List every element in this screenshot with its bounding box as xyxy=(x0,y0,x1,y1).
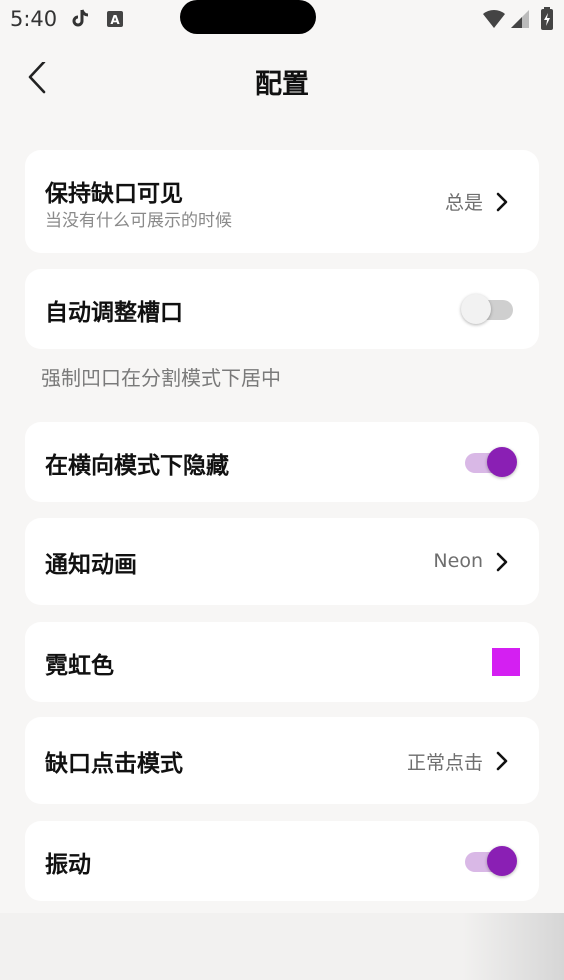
keep-notch-visible-value: 总是 xyxy=(444,192,483,214)
vibration-label: 振动 xyxy=(45,852,91,878)
auto-adjust-slot-label: 自动调整槽口 xyxy=(45,300,183,326)
neon-color-label: 霓虹色 xyxy=(45,653,114,679)
chevron-right-icon xyxy=(496,552,508,572)
toggle-thumb xyxy=(461,294,491,324)
neon-color-swatch[interactable] xyxy=(492,648,520,676)
notch-click-mode-row[interactable]: 缺口点击模式 正常点击 xyxy=(25,717,539,804)
chevron-right-icon xyxy=(496,192,508,212)
keep-notch-visible-label: 保持缺口可见 xyxy=(45,181,183,207)
svg-text:A: A xyxy=(110,13,120,27)
camera-cutout xyxy=(180,0,316,34)
auto-adjust-slot-toggle[interactable] xyxy=(461,291,517,327)
notification-animation-value: Neon xyxy=(433,550,483,572)
hide-landscape-label: 在横向模式下隐藏 xyxy=(45,453,229,479)
keep-notch-visible-row[interactable]: 保持缺口可见 当没有什么可展示的时候 总是 xyxy=(25,150,539,253)
hide-landscape-row: 在横向模式下隐藏 xyxy=(25,422,539,502)
notch-click-mode-label: 缺口点击模式 xyxy=(45,751,183,777)
notch-click-mode-value: 正常点击 xyxy=(406,752,483,774)
app-header: 配置 xyxy=(0,52,564,110)
notification-animation-label: 通知动画 xyxy=(45,552,137,578)
wifi-icon xyxy=(482,9,506,29)
status-bar: 5:40 A xyxy=(0,0,564,40)
a-box-icon: A xyxy=(106,10,124,28)
neon-color-row[interactable]: 霓虹色 xyxy=(25,622,539,702)
tiktok-icon xyxy=(70,8,92,30)
notification-animation-row[interactable]: 通知动画 Neon xyxy=(25,518,539,605)
keep-notch-visible-sublabel: 当没有什么可展示的时候 xyxy=(45,211,232,231)
page-title: 配置 xyxy=(255,69,309,100)
bottom-area xyxy=(0,913,564,980)
toggle-thumb xyxy=(487,846,517,876)
vibration-row: 振动 xyxy=(25,821,539,901)
status-time: 5:40 xyxy=(10,7,58,31)
toggle-thumb xyxy=(487,447,517,477)
signal-icon xyxy=(510,9,530,29)
hide-landscape-toggle[interactable] xyxy=(461,444,517,480)
battery-icon xyxy=(540,7,554,31)
auto-adjust-slot-row: 自动调整槽口 xyxy=(25,269,539,349)
vibration-toggle[interactable] xyxy=(461,843,517,879)
split-mode-note: 强制凹口在分割模式下居中 xyxy=(41,366,281,390)
chevron-right-icon xyxy=(496,751,508,771)
